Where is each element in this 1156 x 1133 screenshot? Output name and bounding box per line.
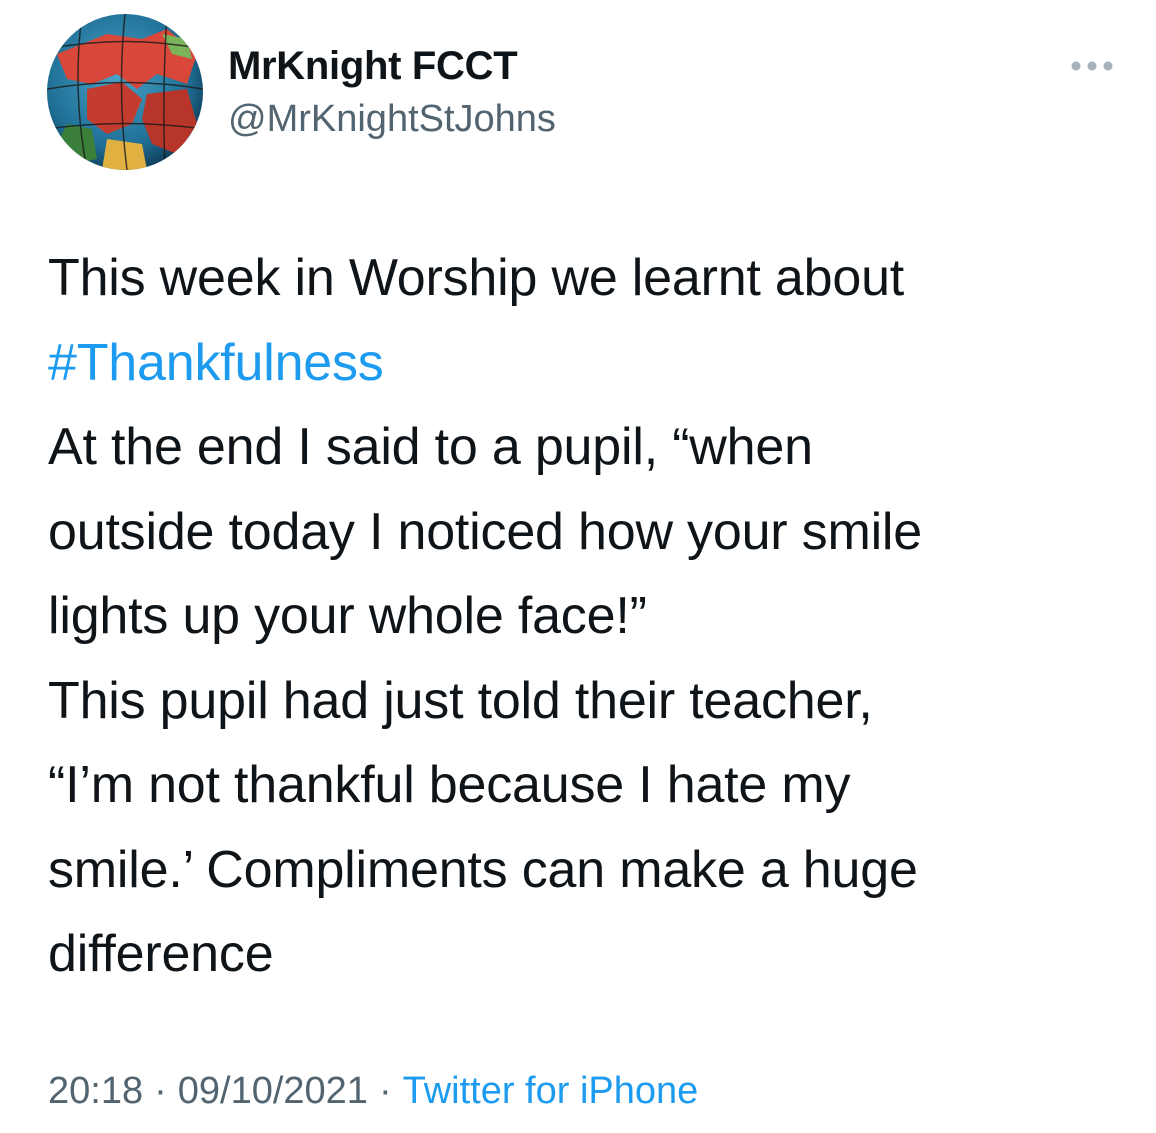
tweet-text-line: This pupil had just told their teacher, xyxy=(48,671,873,730)
author-handle[interactable]: @MrKnightStJohns xyxy=(228,94,556,144)
tweet: MrKnight FCCT @MrKnightStJohns This week… xyxy=(0,0,1156,1133)
tweet-text-line: smile.’ Compliments can make a huge xyxy=(48,840,918,899)
tweet-time[interactable]: 20:18 xyxy=(48,1070,143,1112)
tweet-date[interactable]: 09/10/2021 xyxy=(178,1070,368,1112)
tweet-source-link[interactable]: Twitter for iPhone xyxy=(403,1070,699,1112)
meta-separator: · xyxy=(154,1070,167,1112)
tweet-text-line: difference xyxy=(48,925,274,983)
tweet-text-line: At the end I said to a pupil, “when xyxy=(48,418,813,476)
more-horizontal-icon xyxy=(1071,61,1113,71)
avatar[interactable] xyxy=(47,14,203,170)
tweet-meta: 20:18 · 09/10/2021 · Twitter for iPhone xyxy=(48,1066,698,1116)
globe-map-avatar-icon xyxy=(47,14,203,170)
more-options-button[interactable] xyxy=(1062,52,1122,80)
author-display-name[interactable]: MrKnight FCCT xyxy=(228,40,518,92)
tweet-text-line: lights up your whole face!” xyxy=(48,587,647,645)
tweet-text: This week in Worship we learnt about #Th… xyxy=(48,236,1138,997)
tweet-text-line: “I’m not thankful because I hate my xyxy=(48,756,851,814)
tweet-text-line: outside today I noticed how your smile xyxy=(48,502,922,561)
meta-separator: · xyxy=(378,1070,392,1112)
hashtag-link[interactable]: #Thankfulness xyxy=(48,321,1138,406)
tweet-text-line: This week in Worship we learnt about xyxy=(48,249,905,307)
